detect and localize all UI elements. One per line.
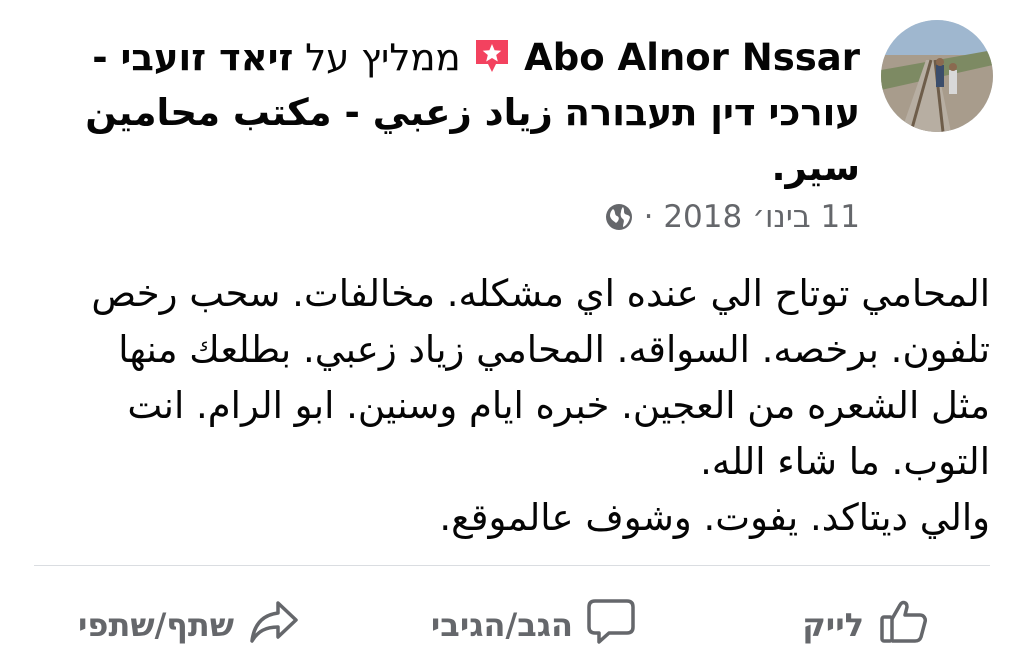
post-body-line: مثل الشعره من العجين. خبره ايام وسنين. ا… [127,384,990,427]
comment-bubble-icon [587,595,635,655]
author-name[interactable]: Abo Alnor Nssar [524,36,860,79]
action-bar: לייק הגב/הגיבי שתף/שתפי [0,590,1024,660]
post-header: Abo Alnor Nssar ממליץ על זיאד זועבי - עו… [40,30,860,195]
share-label: שתף/שתפי [78,606,234,644]
post-body: المحامي توتاح الي عنده اي مشكله. مخالفات… [40,266,990,546]
post-body-line: التوب. ما شاء الله. [700,440,990,483]
author-avatar[interactable] [881,20,993,132]
like-button[interactable]: לייק [780,590,930,660]
divider [34,565,990,566]
share-arrow-icon [248,595,300,655]
recommend-star-icon [472,36,512,76]
post-body-line: والي ديتاكد. يفوت. وشوف عالموقع. [439,496,990,539]
comment-button[interactable]: הגב/הגיבי [395,590,635,660]
post-body-line: تلفون. برخصه. السواقه. المحامي زياد زعبي… [118,328,990,371]
avatar-photo [881,20,993,132]
thumbs-up-icon [878,595,930,655]
globe-icon [604,199,634,235]
like-label: לייק [802,606,864,644]
post-meta: 11 בינו׳ 2018 · [560,195,860,239]
post-body-line: المحامي توتاح الي عنده اي مشكله. مخالفات… [91,272,990,315]
meta-separator: · [643,199,654,235]
recommends-label: ממליץ על [305,36,461,79]
comment-label: הגב/הגיבי [430,606,573,644]
post-date[interactable]: 11 בינו׳ 2018 [663,199,860,235]
share-button[interactable]: שתף/שתפי [40,590,300,660]
